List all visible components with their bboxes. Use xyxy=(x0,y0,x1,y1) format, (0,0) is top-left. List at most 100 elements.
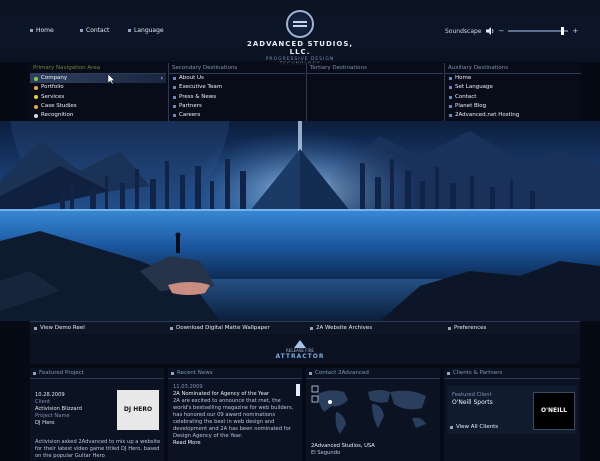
panel-heading-text: Clients & Partners xyxy=(453,370,503,376)
square-bullet-icon xyxy=(173,114,176,118)
contact-panel: Contact 2Advanced 2Advanced Studios, USA… xyxy=(306,368,440,461)
tertiary-nav-column: Tertiary Destinations xyxy=(306,63,443,121)
menu-item-label: Recognition xyxy=(41,112,74,119)
logo[interactable]: 2ADVANCED STUDIOS, LLC. PROGRESSIVE DESI… xyxy=(245,10,355,67)
read-more-link[interactable]: Read More xyxy=(173,440,297,447)
client-name: Activision Blizzard xyxy=(35,406,82,412)
menu-item-label: Careers xyxy=(179,112,201,119)
scrollbar-thumb[interactable] xyxy=(296,384,300,396)
panel-heading-text: Recent News xyxy=(177,370,213,376)
menu-item-home[interactable]: Home xyxy=(445,74,581,83)
clients-panel: Clients & Partners Featured Client O'Nei… xyxy=(444,368,580,461)
menu-item-label: Set Language xyxy=(455,84,493,91)
menu-item-portfolio[interactable]: Portfolio xyxy=(30,83,166,92)
menu-item-planet-blog[interactable]: Planet Blog xyxy=(445,102,581,111)
nav-contact-label: Contact xyxy=(86,27,110,34)
volume-slider[interactable] xyxy=(508,27,569,35)
news-content: 11.03.2009 2A Nominated for Agency of th… xyxy=(173,384,297,461)
project-name-label: Project Name xyxy=(35,413,70,419)
office-name: 2Advanced Studios, USA xyxy=(311,443,375,449)
volume-slider-knob[interactable] xyxy=(560,27,564,35)
menu-item-careers[interactable]: Careers xyxy=(169,111,305,120)
quick-links-strip: View Demo Reel Download Digital Matte Wa… xyxy=(30,321,580,335)
contact-heading: Contact 2Advanced xyxy=(306,368,440,379)
nav-home[interactable]: Home xyxy=(30,27,54,34)
menu-item-company[interactable]: Company › xyxy=(30,74,166,84)
square-bullet-icon xyxy=(173,95,176,99)
project-date: 10.28.2009 xyxy=(35,392,65,398)
featured-project-heading: Featured Project xyxy=(30,368,164,379)
strip-label: View Demo Reel xyxy=(40,325,85,331)
news-title[interactable]: 2A Nominated for Agency of the Year xyxy=(173,391,297,398)
attractor-promo[interactable]: RELEASE FIRE ATTRACTOR xyxy=(270,340,330,360)
menu-item-set-language[interactable]: Set Language xyxy=(445,83,581,92)
menu-item-about-us[interactable]: About Us xyxy=(169,74,305,83)
client-logo[interactable]: O'NEILL xyxy=(533,392,575,430)
menu-item-contact[interactable]: Contact xyxy=(445,93,581,102)
menu-item-label: 2Advanced.net Hosting xyxy=(455,112,520,119)
news-date: 11.03.2009 xyxy=(173,384,203,390)
project-thumbnail[interactable]: DJ HERO xyxy=(117,390,159,430)
navigation-menu: Primary Navigation Area Company › Portfo… xyxy=(30,63,581,121)
gear-icon xyxy=(448,326,451,330)
chevron-right-icon: › xyxy=(160,75,163,82)
orange-dot-icon xyxy=(34,85,38,90)
preferences-link[interactable]: Preferences xyxy=(448,322,486,334)
square-bullet-icon xyxy=(449,86,452,90)
nav-language[interactable]: Language xyxy=(128,27,164,34)
speaker-icon[interactable] xyxy=(485,27,495,35)
world-map-icon[interactable] xyxy=(310,382,436,438)
panel-heading-text: Contact 2Advanced xyxy=(315,370,369,376)
download-wallpaper-link[interactable]: Download Digital Matte Wallpaper xyxy=(170,322,270,334)
recent-news-heading: Recent News xyxy=(168,368,302,379)
boat-icon xyxy=(168,282,210,295)
square-bullet-icon xyxy=(173,105,176,109)
view-demo-reel-link[interactable]: View Demo Reel xyxy=(34,322,85,334)
volume-minus-icon[interactable]: − xyxy=(499,27,505,35)
volume-plus-icon[interactable]: + xyxy=(572,27,578,35)
square-bullet-icon xyxy=(447,371,450,375)
attractor-logo-icon xyxy=(294,340,306,348)
featured-project-panel: Featured Project 10.28.2009 Client Activ… xyxy=(30,368,164,461)
menu-item-label: Portfolio xyxy=(41,84,64,91)
square-bullet-icon xyxy=(309,371,312,375)
menu-item-partners[interactable]: Partners xyxy=(169,102,305,111)
mouse-cursor-icon xyxy=(108,74,115,84)
featured-client-name: O'Neill Sports xyxy=(452,399,493,406)
menu-item-hosting[interactable]: 2Advanced.net Hosting xyxy=(445,111,581,120)
menu-item-recognition[interactable]: Recognition xyxy=(30,111,166,120)
soundscape-control: Soundscape − + xyxy=(445,27,578,35)
view-all-clients-link[interactable]: View All Clients xyxy=(450,424,498,430)
menu-item-label: Contact xyxy=(455,93,477,100)
nav-contact[interactable]: Contact xyxy=(80,27,109,34)
download-icon xyxy=(170,326,173,330)
square-bullet-icon xyxy=(449,105,452,109)
panel-heading-text: Featured Project xyxy=(39,370,84,376)
square-bullet-icon xyxy=(33,371,36,375)
menu-item-executive-team[interactable]: Executive Team xyxy=(169,83,305,92)
primary-nav-heading: Primary Navigation Area xyxy=(30,63,166,74)
square-bullet-icon xyxy=(171,371,174,375)
location-marker-icon xyxy=(328,400,332,404)
project-name: DJ Hero xyxy=(35,420,55,426)
menu-item-label: Company xyxy=(41,75,68,81)
hero-artwork xyxy=(0,121,600,321)
menu-item-press-news[interactable]: Press & News xyxy=(169,93,305,102)
auxiliary-nav-heading: Auxiliary Destinations xyxy=(445,63,581,74)
contact-address: 2Advanced Studios, USA El Segundo xyxy=(311,443,435,457)
website-archives-link[interactable]: 2A Website Archives xyxy=(310,322,372,334)
square-bullet-icon xyxy=(450,425,453,429)
square-bullet-icon xyxy=(128,29,131,32)
menu-item-services[interactable]: Services xyxy=(30,93,166,102)
attractor-title: ATTRACTOR xyxy=(275,353,325,360)
recent-news-panel: Recent News 11.03.2009 2A Nominated for … xyxy=(168,368,302,461)
play-icon xyxy=(34,326,37,330)
square-bullet-icon xyxy=(173,86,176,90)
top-bar: Home Contact Language 2ADVANCED STUDIOS,… xyxy=(0,0,600,67)
primary-nav-column: Primary Navigation Area Company › Portfo… xyxy=(30,63,166,121)
strip-label: 2A Website Archives xyxy=(316,325,373,331)
menu-item-label: Press & News xyxy=(179,93,217,100)
view-all-label: View All Clients xyxy=(456,424,499,430)
menu-item-case-studies[interactable]: Case Studies xyxy=(30,102,166,111)
project-description: Activision asked 2Advanced to mix up a w… xyxy=(35,439,161,459)
